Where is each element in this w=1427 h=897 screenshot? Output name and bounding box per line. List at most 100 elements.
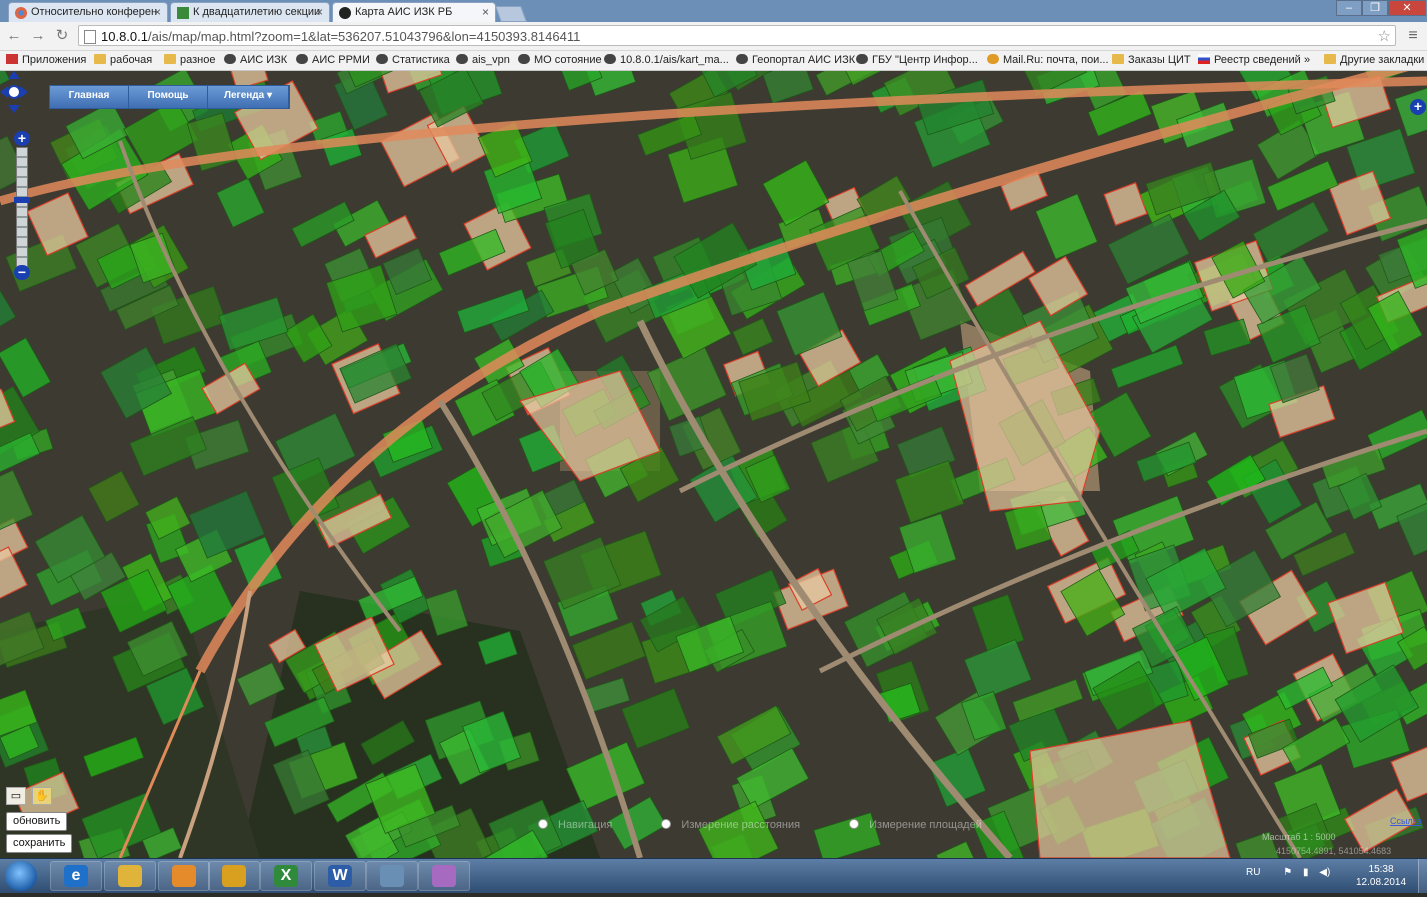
menu-help[interactable]: Помощь [129, 86, 208, 108]
chrome-icon[interactable] [208, 861, 260, 891]
bookmark-item[interactable]: Статистика [376, 54, 450, 66]
satellite-map[interactable] [0, 71, 1427, 858]
menu-legend[interactable]: Легенда ▾ [208, 86, 289, 108]
address-bar[interactable]: 10.8.0.1/ais/map/map.html?zoom=1&lat=536… [78, 25, 1396, 46]
zoom-control: + − [14, 131, 30, 280]
windows-taskbar: e X W RU ⚑ ▮ ◀) 15:38 12.08.2014 [0, 858, 1427, 893]
radio-icon[interactable] [661, 819, 672, 829]
tab-label: Относительно конферен [31, 6, 158, 18]
pan-control[interactable] [0, 71, 28, 113]
clock-date: 12.08.2014 [1356, 877, 1407, 888]
zoom-handle[interactable] [14, 197, 30, 203]
bookmark-label: Заказы ЦИТ [1128, 54, 1191, 66]
start-button[interactable] [5, 861, 37, 891]
tab-map[interactable]: Карта АИС ИЗК РБ × [332, 2, 496, 22]
close-window-button[interactable]: ✕ [1388, 0, 1426, 16]
save-button[interactable]: сохранить [6, 834, 73, 853]
refresh-button[interactable]: обновить [6, 812, 68, 831]
clock-time: 15:38 [1368, 864, 1394, 875]
mode-navigation[interactable]: Навигация [538, 819, 612, 831]
explorer-icon[interactable] [104, 861, 156, 891]
ie-glyph: e [64, 865, 88, 887]
mode-label: Измерение расстояния [681, 819, 801, 831]
excel-icon[interactable]: X [260, 861, 312, 891]
menu-home[interactable]: Главная [50, 86, 129, 108]
bookmark-item[interactable]: МО сотоя­ние [518, 54, 602, 66]
back-icon[interactable]: ← [4, 26, 24, 46]
paint-icon[interactable] [418, 861, 470, 891]
bookmark-item[interactable]: » [1304, 54, 1310, 66]
volume-icon[interactable]: ◀) [1319, 867, 1330, 878]
bookmark-item[interactable]: Mail.Ru: почта, пои... [987, 54, 1109, 66]
new-tab-button[interactable] [495, 6, 527, 22]
map-mode-selector: Навигация Измерение расстояния Измерение… [538, 819, 1028, 831]
bookmark-label: Приложения [22, 54, 87, 66]
pan-left-icon[interactable] [0, 86, 8, 98]
select-tool-icon[interactable]: ▭ [6, 787, 26, 805]
mail-icon [987, 54, 999, 64]
hand-tool-icon[interactable]: ✋ [32, 787, 52, 805]
bookmark-label: ais_vpn [472, 54, 510, 66]
zoom-in-icon[interactable]: + [14, 131, 30, 146]
pan-right-icon[interactable] [20, 86, 28, 98]
map-viewport[interactable]: Главная Помощь Легенда ▾ + − + ▭ ✋ обнови… [0, 71, 1427, 858]
bookmark-label: Mail.Ru: почта, пои... [1003, 54, 1109, 66]
layer-switcher-icon[interactable]: + [1410, 99, 1426, 115]
pan-down-icon[interactable] [8, 105, 20, 113]
bookmark-star-icon[interactable]: ☆ [1378, 27, 1391, 45]
bookmark-item[interactable]: Заказы ЦИТ [1112, 54, 1191, 66]
bookmark-item[interactable]: АИС ИЗК [224, 54, 287, 66]
bookmark-item[interactable]: рабочая [94, 54, 152, 66]
tab-anniversary[interactable]: К двадцатилетию секции × [170, 2, 330, 22]
url-host: 10.8.0.1 [101, 29, 148, 44]
bookmark-item[interactable]: Геопортал АИС ИЗК [736, 54, 855, 66]
clock[interactable]: 15:38 12.08.2014 [1356, 863, 1406, 889]
tab-label: К двадцатилетию секции [193, 6, 321, 18]
pan-up-icon[interactable] [8, 71, 20, 79]
bookmark-item[interactable]: разное [164, 54, 215, 66]
bookmark-item[interactable]: Реестр сведений [1198, 54, 1301, 66]
bookmark-item[interactable]: ais_vpn [456, 54, 510, 66]
menu-icon[interactable]: ≡ [1402, 26, 1424, 46]
network-icon[interactable]: ▮ [1303, 867, 1309, 878]
bookmark-item[interactable]: 10.8.0.1/ais/kart_ma... [604, 54, 729, 66]
radio-icon[interactable] [538, 819, 548, 829]
tab-conference[interactable]: Относительно конферен × [8, 2, 168, 22]
forward-icon[interactable]: → [28, 26, 48, 46]
media-player-glyph [172, 865, 196, 887]
radio-icon[interactable] [849, 819, 860, 829]
word-icon[interactable]: W [314, 861, 366, 891]
pan-center-icon[interactable] [7, 85, 21, 99]
page-icon [376, 54, 388, 64]
folder-icon [1324, 54, 1336, 64]
bookmark-label: » [1304, 54, 1311, 66]
bookmark-label: рабочая [110, 54, 153, 66]
bookmark-item[interactable]: ГБУ "Центр Инфор... [856, 54, 978, 66]
paint-glyph [432, 865, 456, 887]
language-indicator[interactable]: RU [1246, 867, 1260, 878]
mode-area[interactable]: Измерение площадей [849, 819, 982, 831]
zoom-out-icon[interactable]: − [14, 265, 30, 280]
reload-icon[interactable]: ↻ [52, 26, 72, 46]
credits-link[interactable]: Ссылка [1390, 816, 1422, 826]
window-icon[interactable] [366, 861, 418, 891]
folder-icon [94, 54, 106, 64]
close-icon[interactable]: × [482, 5, 489, 19]
folder-icon [164, 54, 176, 64]
minimize-button[interactable]: – [1336, 0, 1362, 16]
page-icon [456, 54, 468, 64]
media-player-icon[interactable] [158, 861, 210, 891]
bookmarks-bar: Приложения рабочая разное АИС ИЗК АИС РРМИ Ст… [0, 51, 1427, 71]
show-desktop-button[interactable] [1418, 859, 1427, 893]
bookmark-item[interactable]: Другие закладки [1324, 54, 1424, 66]
mode-distance[interactable]: Измерение расстояния [661, 819, 800, 831]
zoom-slider[interactable] [16, 147, 28, 267]
close-icon[interactable]: × [316, 5, 323, 19]
maximize-button[interactable]: ❐ [1362, 0, 1388, 16]
bookmark-item[interactable]: АИС РРМИ [296, 54, 370, 66]
ie-icon[interactable]: e [50, 861, 102, 891]
flag-icon[interactable]: ⚑ [1283, 867, 1292, 878]
close-icon[interactable]: × [154, 5, 161, 19]
bookmark-item[interactable]: Приложения [6, 54, 86, 66]
apps-icon [6, 54, 18, 64]
